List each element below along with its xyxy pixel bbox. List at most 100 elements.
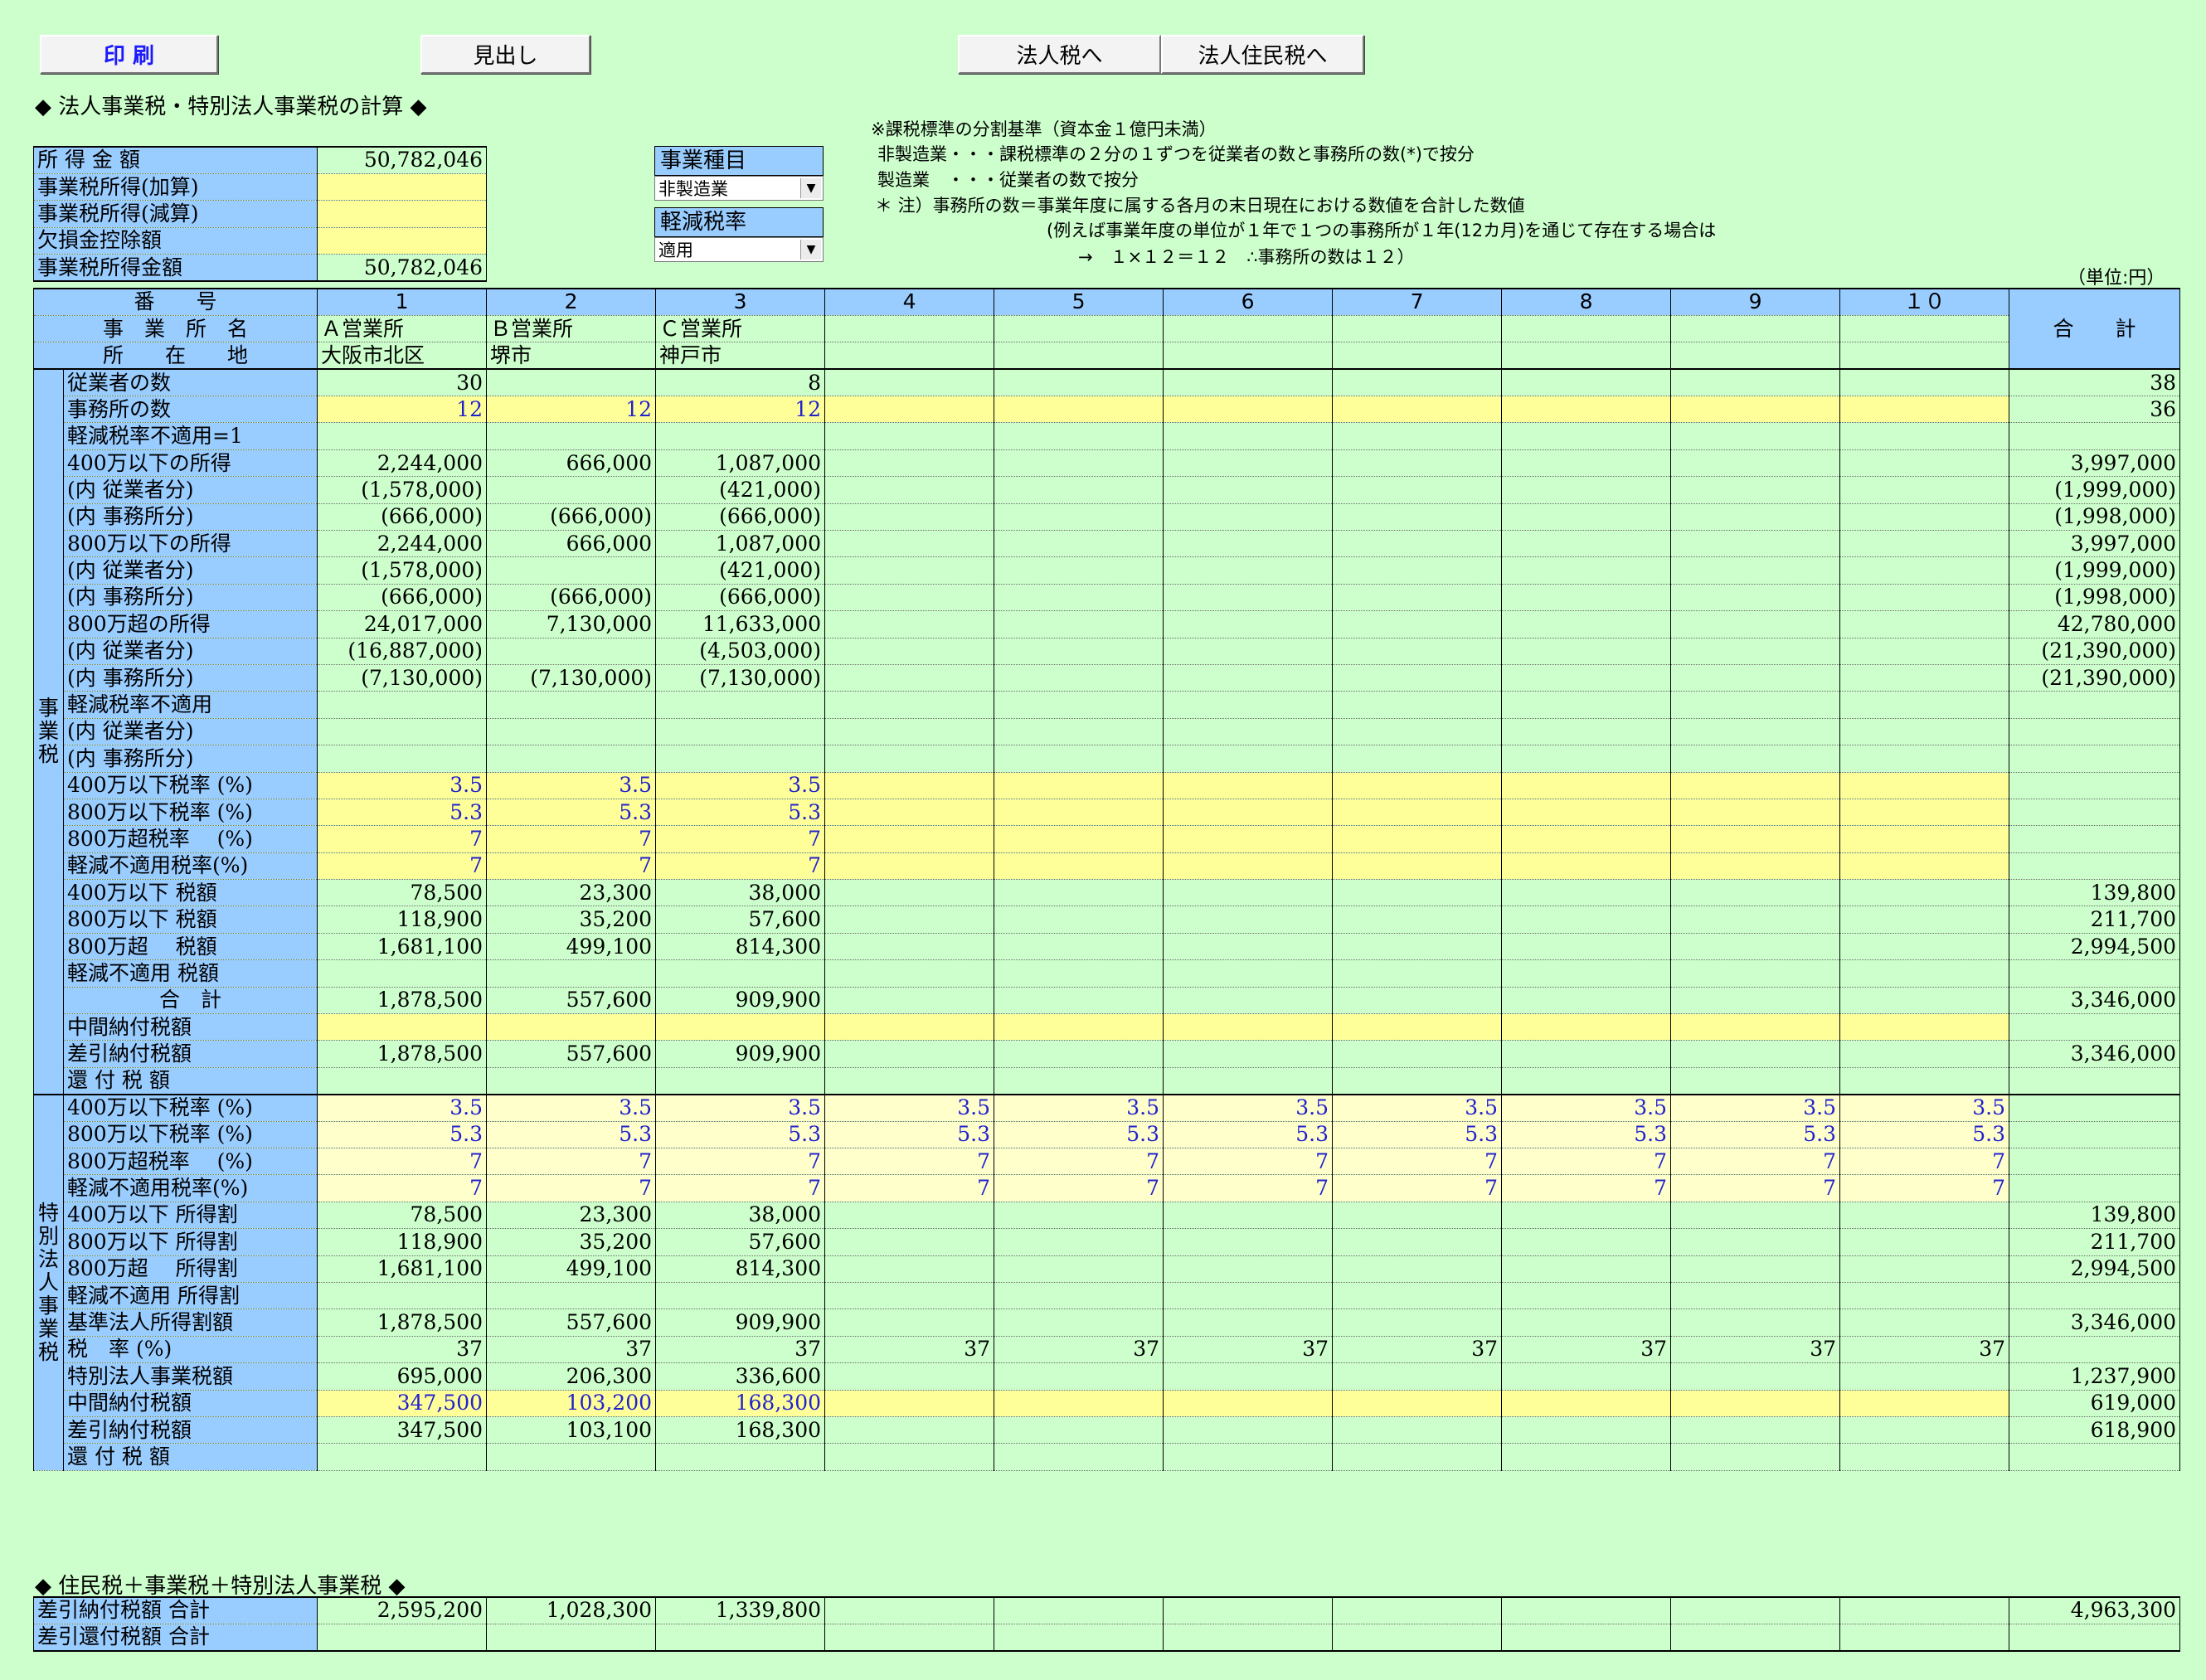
- special-value[interactable]: [1163, 1389, 1334, 1417]
- business-value[interactable]: [1332, 825, 1503, 853]
- office-name[interactable]: Ｂ営業所: [486, 314, 657, 343]
- special-value[interactable]: [1501, 1389, 1672, 1417]
- business-value[interactable]: [317, 1013, 488, 1042]
- business-type-select[interactable]: 非製造業 ▼: [654, 176, 824, 201]
- office-location[interactable]: 神戸市: [655, 342, 826, 371]
- special-value[interactable]: [1839, 1389, 2010, 1417]
- business-value[interactable]: [1332, 396, 1503, 424]
- business-value[interactable]: [1163, 396, 1334, 424]
- business-value[interactable]: [1839, 798, 2010, 827]
- business-value[interactable]: [1670, 1013, 1841, 1042]
- office-name[interactable]: Ａ営業所: [317, 314, 488, 343]
- business-value[interactable]: 12: [655, 396, 826, 424]
- business-value[interactable]: [1332, 852, 1503, 881]
- heading-button[interactable]: 見出し: [420, 35, 590, 74]
- business-value[interactable]: [994, 852, 1164, 881]
- special-value[interactable]: [1670, 1389, 1841, 1417]
- business-value[interactable]: [1332, 771, 1503, 799]
- office-location[interactable]: [1501, 342, 1672, 371]
- business-value[interactable]: [824, 825, 995, 853]
- business-value[interactable]: [1839, 852, 2010, 881]
- business-value[interactable]: [1670, 825, 1841, 853]
- business-value[interactable]: [824, 396, 995, 424]
- office-location[interactable]: [1839, 342, 2010, 371]
- business-value[interactable]: [1839, 825, 2010, 853]
- business-value[interactable]: [994, 396, 1164, 424]
- business-value[interactable]: [824, 771, 995, 799]
- business-value[interactable]: 3.5: [486, 771, 657, 799]
- office-location[interactable]: [1163, 342, 1334, 371]
- office-location[interactable]: 堺市: [486, 342, 657, 371]
- office-location[interactable]: [1670, 342, 1841, 371]
- business-value[interactable]: [1163, 798, 1334, 827]
- business-value[interactable]: [1332, 1013, 1503, 1042]
- business-value[interactable]: [1332, 798, 1503, 827]
- business-value[interactable]: [1163, 852, 1334, 881]
- business-value[interactable]: [824, 798, 995, 827]
- business-value[interactable]: [1163, 825, 1334, 853]
- business-value[interactable]: [824, 1013, 995, 1042]
- business-value[interactable]: 5.3: [486, 798, 657, 827]
- print-button[interactable]: 印 刷: [40, 35, 218, 74]
- income-value[interactable]: [317, 200, 487, 228]
- business-value[interactable]: 5.3: [317, 798, 488, 827]
- business-value[interactable]: [1670, 798, 1841, 827]
- special-value[interactable]: 103,200: [486, 1389, 657, 1417]
- office-name[interactable]: Ｃ営業所: [655, 314, 826, 343]
- business-value[interactable]: [994, 798, 1164, 827]
- office-name[interactable]: [1163, 314, 1334, 343]
- special-value[interactable]: [824, 1389, 995, 1417]
- dropdown-arrow-icon[interactable]: ▼: [800, 178, 821, 198]
- business-value[interactable]: [994, 771, 1164, 799]
- business-value[interactable]: [1839, 1013, 2010, 1042]
- office-location[interactable]: 大阪市北区: [317, 342, 488, 371]
- office-name[interactable]: [824, 314, 995, 343]
- business-value[interactable]: [486, 1013, 657, 1042]
- office-name[interactable]: [1332, 314, 1503, 343]
- office-name[interactable]: [1670, 314, 1841, 343]
- business-value[interactable]: [1839, 771, 2010, 799]
- business-value[interactable]: [1501, 798, 1672, 827]
- business-value[interactable]: 3.5: [655, 771, 826, 799]
- special-value[interactable]: 347,500: [317, 1389, 488, 1417]
- office-name[interactable]: [1839, 314, 2010, 343]
- business-value[interactable]: [655, 1013, 826, 1042]
- office-location[interactable]: [1332, 342, 1503, 371]
- income-value[interactable]: [317, 172, 487, 202]
- business-value[interactable]: [1501, 771, 1672, 799]
- business-value[interactable]: [1670, 771, 1841, 799]
- business-value[interactable]: [1163, 1013, 1334, 1042]
- office-name[interactable]: [994, 314, 1164, 343]
- business-value[interactable]: 5.3: [655, 798, 826, 827]
- business-value[interactable]: [994, 1013, 1164, 1042]
- business-value[interactable]: [824, 852, 995, 881]
- office-location[interactable]: [994, 342, 1164, 371]
- corp-tax-button[interactable]: 法人税へ: [958, 35, 1161, 74]
- business-value[interactable]: 7: [486, 852, 657, 881]
- office-name[interactable]: [1501, 314, 1672, 343]
- special-value[interactable]: [1332, 1389, 1503, 1417]
- business-value[interactable]: [1501, 852, 1672, 881]
- business-value[interactable]: 7: [317, 852, 488, 881]
- dropdown-arrow-icon[interactable]: ▼: [800, 240, 821, 260]
- business-value[interactable]: [1839, 396, 2010, 424]
- business-value[interactable]: 7: [655, 825, 826, 853]
- resident-tax-button[interactable]: 法人住民税へ: [1161, 35, 1364, 74]
- business-value[interactable]: 7: [486, 825, 657, 853]
- business-value[interactable]: [1501, 825, 1672, 853]
- office-location[interactable]: [824, 342, 995, 371]
- reduced-rate-select[interactable]: 適用 ▼: [654, 237, 824, 262]
- business-value[interactable]: [1501, 1013, 1672, 1042]
- special-value[interactable]: 168,300: [655, 1389, 826, 1417]
- business-value[interactable]: [1501, 396, 1672, 424]
- business-value[interactable]: 3.5: [317, 771, 488, 799]
- special-value[interactable]: [994, 1389, 1164, 1417]
- business-value[interactable]: 7: [317, 825, 488, 853]
- business-value[interactable]: [1670, 852, 1841, 881]
- income-value[interactable]: [317, 226, 487, 255]
- business-value[interactable]: 12: [317, 396, 488, 424]
- business-value[interactable]: [1670, 396, 1841, 424]
- business-value[interactable]: [994, 825, 1164, 853]
- business-value[interactable]: [1163, 771, 1334, 799]
- business-value[interactable]: 12: [486, 396, 657, 424]
